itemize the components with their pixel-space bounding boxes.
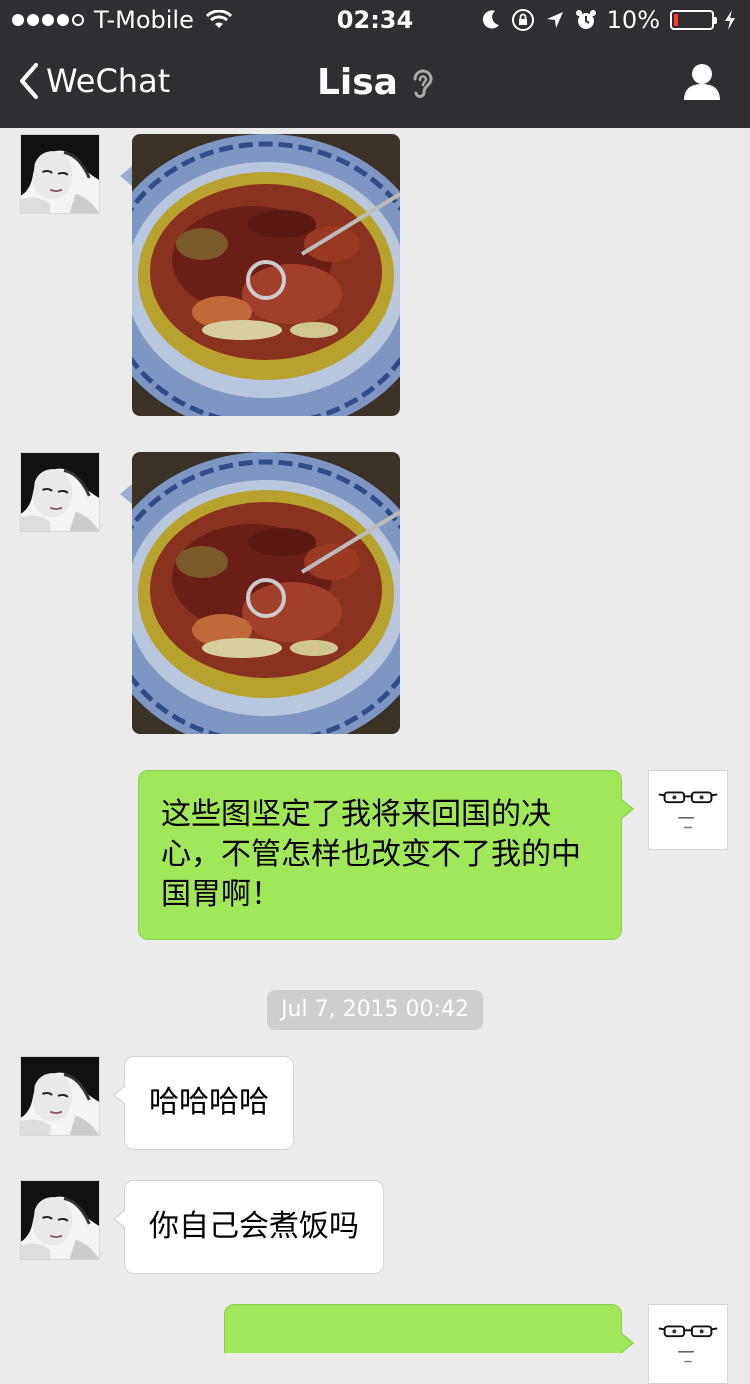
nav-title-area: Lisa	[0, 62, 750, 103]
food-photo	[132, 452, 400, 734]
avatar-lisa[interactable]	[20, 134, 100, 214]
ear-icon	[413, 69, 433, 98]
avatar-lisa[interactable]	[20, 1180, 100, 1260]
nav-bar: WeChat Lisa	[0, 40, 750, 128]
rotation-lock-icon	[511, 9, 534, 31]
outgoing-message[interactable]: 这些图坚定了我将来回国的决心，不管怎样也改变不了我的中国胃啊！	[138, 770, 634, 940]
avatar-me[interactable]	[648, 1304, 728, 1384]
avatar-lisa[interactable]	[20, 1056, 100, 1136]
top-bar: T-Mobile 02:34 10% WeChat Lisa	[0, 0, 750, 128]
person-icon	[684, 64, 720, 100]
bubble-tail	[120, 484, 132, 504]
image-message[interactable]	[120, 134, 400, 416]
battery-icon	[670, 10, 717, 30]
image-message[interactable]	[120, 452, 400, 734]
battery-percent: 10%	[606, 6, 660, 34]
bubble-tail	[120, 166, 132, 186]
outgoing-message-partial[interactable]	[224, 1304, 634, 1353]
contact-profile-button[interactable]	[682, 62, 722, 106]
status-bar: T-Mobile 02:34 10%	[0, 0, 750, 40]
moon-icon	[482, 10, 499, 29]
chat-title: Lisa	[316, 62, 398, 103]
incoming-message[interactable]: 你自己会煮饭吗	[113, 1180, 384, 1274]
food-photo	[132, 134, 400, 416]
avatar-me[interactable]	[648, 770, 728, 850]
charging-bolt-icon	[725, 10, 735, 30]
battery-level	[674, 14, 678, 26]
location-arrow-icon	[546, 12, 563, 28]
timestamp-divider: Jul 7, 2015 00:42	[267, 990, 483, 1030]
avatar-lisa[interactable]	[20, 452, 100, 532]
status-right: 10%	[481, 6, 736, 34]
incoming-message[interactable]: 哈哈哈哈	[113, 1056, 294, 1150]
alarm-icon	[575, 10, 596, 29]
